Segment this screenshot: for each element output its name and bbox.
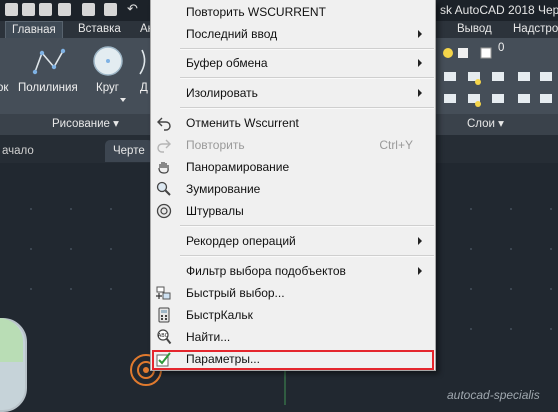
menu-item-pan[interactable]: Панорамирование: [151, 156, 435, 178]
open-file-icon[interactable]: [22, 3, 35, 16]
menu-item-isolate[interactable]: Изолировать: [151, 82, 435, 104]
menu-item-recent-input[interactable]: Последний ввод: [151, 23, 435, 45]
chevron-down-icon[interactable]: [120, 98, 126, 102]
menu-item-label: Панорамирование: [186, 160, 290, 174]
tab-drawing[interactable]: Черте: [105, 140, 153, 162]
menu-item-label: Рекордер операций: [186, 234, 296, 248]
menu-item-action-recorder[interactable]: Рекордер операций: [151, 230, 435, 252]
watermark: autocad-specialis: [447, 388, 540, 402]
tab-output[interactable]: Вывод: [457, 21, 492, 38]
menu-separator: [180, 48, 434, 50]
plot-icon[interactable]: [104, 3, 117, 16]
tool-line-label[interactable]: ок: [0, 82, 8, 94]
quick-select-icon: [156, 286, 171, 300]
save-as-icon[interactable]: [58, 3, 71, 16]
polyline-icon[interactable]: [32, 47, 66, 77]
arc-icon[interactable]: [138, 48, 150, 76]
submenu-arrow-icon: [418, 237, 422, 245]
menu-item-clipboard[interactable]: Буфер обмена: [151, 52, 435, 74]
undo-arrow-icon: [157, 117, 171, 131]
menu-item-undo[interactable]: Отменить Wscurrent: [151, 112, 435, 134]
tool-arc-label[interactable]: Д: [140, 82, 148, 94]
menu-item-label: Буфер обмена: [186, 56, 268, 70]
menu-item-quick-select[interactable]: Быстрый выбор...: [151, 282, 435, 304]
menu-item-steering[interactable]: Штурвалы: [151, 200, 435, 222]
steering-wheel-icon: [156, 203, 172, 219]
menu-item-label: Отменить Wscurrent: [186, 116, 299, 130]
panel-draw-label[interactable]: Рисование ▾: [52, 114, 119, 134]
menu-item-label: Штурвалы: [186, 204, 244, 218]
menu-item-zoom[interactable]: Зумирование: [151, 178, 435, 200]
redo-arrow-icon: [157, 139, 171, 153]
undo-icon[interactable]: ↶: [127, 1, 140, 16]
menu-separator: [180, 225, 434, 227]
circle-icon[interactable]: [92, 45, 124, 77]
window-title-file: Черт: [538, 3, 558, 17]
menu-item-label: Повторить: [186, 138, 245, 152]
menu-item-label: Фильтр выбора подобъектов: [186, 264, 346, 278]
menu-item-quickcalc[interactable]: БыстрКальк: [151, 304, 435, 326]
tool-polyline-label[interactable]: Полилиния: [18, 82, 78, 94]
tool-circle-label[interactable]: Круг: [96, 82, 119, 94]
tab-home[interactable]: Главная: [5, 21, 63, 38]
submenu-arrow-icon: [418, 30, 422, 38]
pan-hand-icon: [158, 162, 169, 174]
tab-start[interactable]: ачало: [2, 140, 34, 162]
menu-item-repeat[interactable]: Повторить WSCURRENT: [151, 1, 435, 23]
submenu-arrow-icon: [418, 59, 422, 67]
menu-item-subobject-filter[interactable]: Фильтр выбора подобъектов: [151, 260, 435, 282]
menu-item-label: Найти...: [186, 330, 231, 344]
menu-item-label: БыстрКальк: [186, 308, 253, 322]
calculator-icon: [158, 307, 170, 323]
new-file-icon[interactable]: [5, 3, 18, 16]
window-title: sk AutoCAD 2018: [440, 3, 535, 17]
panel-layers-label[interactable]: Слои ▾: [467, 114, 504, 134]
web-icon[interactable]: [82, 3, 95, 16]
menu-item-find[interactable]: ABC Найти...: [151, 326, 435, 348]
save-icon[interactable]: [39, 3, 52, 16]
options-highlight-box: [152, 350, 434, 370]
menu-item-redo[interactable]: Повторить Ctrl+Y: [151, 134, 435, 156]
menu-item-label: Последний ввод: [186, 27, 278, 41]
menu-item-label: Повторить WSCURRENT: [186, 5, 326, 19]
menu-separator: [180, 77, 434, 79]
cursor-dot: [143, 367, 149, 373]
context-menu: Повторить WSCURRENT Последний ввод Буфер…: [150, 0, 436, 371]
menu-item-label: Быстрый выбор...: [186, 286, 285, 300]
menu-separator: [180, 107, 434, 109]
menu-item-label: Изолировать: [186, 86, 258, 100]
menu-separator: [180, 255, 434, 257]
tab-insert[interactable]: Вставка: [78, 21, 121, 38]
menu-item-label: Зумирование: [186, 182, 261, 196]
submenu-arrow-icon: [418, 89, 422, 97]
current-layer-value[interactable]: 0: [498, 42, 504, 54]
submenu-arrow-icon: [418, 267, 422, 275]
find-abc-icon: ABC: [157, 329, 172, 345]
menu-item-shortcut: Ctrl+Y: [379, 138, 413, 152]
tab-addins[interactable]: Надстро: [513, 21, 558, 38]
zoom-magnifier-icon: [156, 181, 171, 196]
